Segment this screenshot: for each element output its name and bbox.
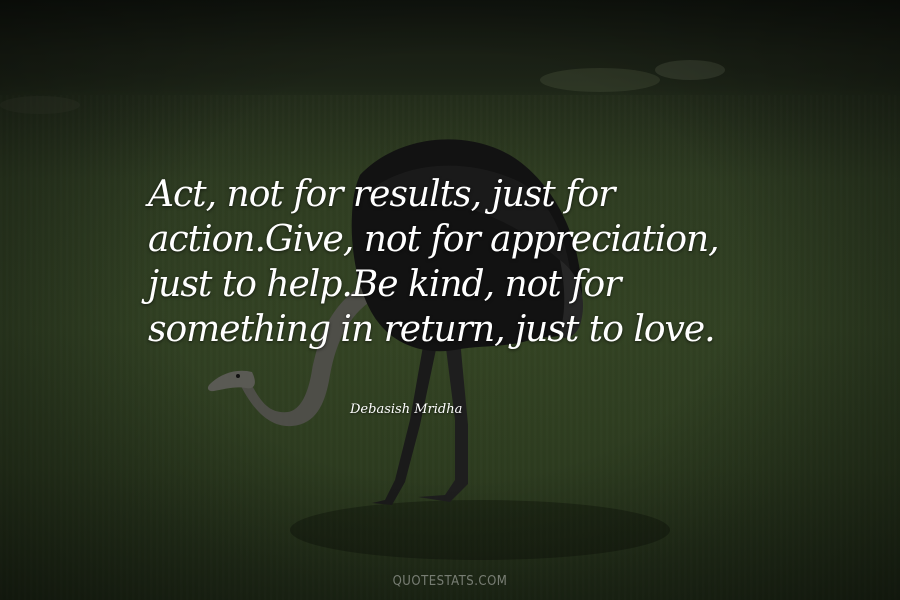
site-watermark[interactable]: QUOTESTATS.COM [0,574,900,589]
quote-card: Act, not for results, just for action.Gi… [0,0,900,600]
quote-text: Act, not for results, just for action.Gi… [148,174,720,350]
quote-author: Debasish Mridha [350,402,463,417]
